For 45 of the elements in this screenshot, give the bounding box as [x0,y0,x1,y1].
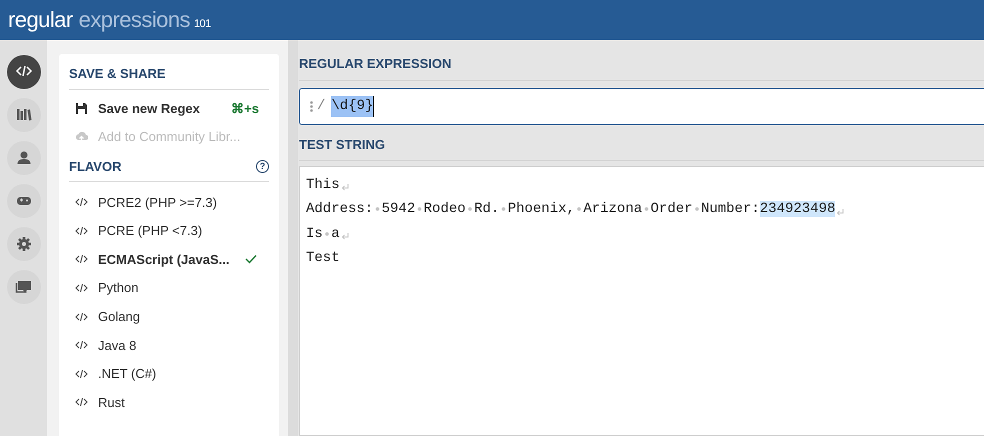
logo[interactable]: regular expressions 101 [8,9,211,31]
section-title: REGULAR EXPRESSION [299,54,984,80]
user-icon [14,149,32,167]
nav-button[interactable] [6,227,40,261]
checkmark-icon [245,254,257,264]
code-icon [75,368,88,380]
nav-button[interactable] [6,270,40,304]
text-line: Address: 5942 Rodeo Rd. Phoenix, Arizona Order Number:234923498 [306,200,836,220]
code-icon [75,282,88,294]
section-title: FLAVOR [69,158,122,176]
code-icon [75,253,88,266]
flavor-option[interactable]: Java 8 [69,330,269,360]
chat-icon [14,278,32,296]
test-string-editor[interactable]: This Address: 5942 Rodeo Rd. Phoenix, Arizona Order Number:234923498 Is a Test [299,166,984,436]
flavor-option[interactable]: PCRE (PHP <7.3) [69,216,269,246]
settings-icon [14,235,32,253]
code-icon [75,396,88,408]
regex-text: \d{9} [331,96,374,116]
section-title: TEST STRING [299,124,984,161]
nav-button[interactable] [6,184,40,218]
nav-button[interactable] [6,98,40,132]
code-icon [75,310,88,323]
menu-item[interactable]: Save new Regex ⌘+s [69,94,269,122]
flavor-option[interactable]: Python [69,274,269,302]
flavor-option[interactable]: ECMAScript (JavaS... [69,245,269,274]
help-icon[interactable]: ? [256,160,269,173]
code-icon [75,224,88,237]
nav-button[interactable] [6,141,40,175]
flavor-option[interactable]: Rust [69,388,269,417]
flavor-option[interactable]: Golang [69,302,269,331]
code-icon [75,196,88,208]
code-icon [75,339,88,352]
save-icon [75,102,88,115]
flavor-option[interactable]: .NET (C#) [69,360,269,388]
text-line: This [306,176,340,195]
shortcut-label: ⌘+s [230,100,259,118]
regex-input[interactable]: / \d{9} [299,88,984,124]
text-line: Test [306,249,340,268]
drag-handle-icon[interactable] [310,100,313,112]
flavor-option[interactable]: PCRE2 (PHP >=7.3) [69,188,269,217]
text-line: Is a [306,224,340,244]
cloud-upload-icon [75,130,88,143]
nav-button[interactable] [6,55,40,89]
section-title: SAVE & SHARE [69,64,269,90]
regex-delimiter: / [317,96,326,116]
